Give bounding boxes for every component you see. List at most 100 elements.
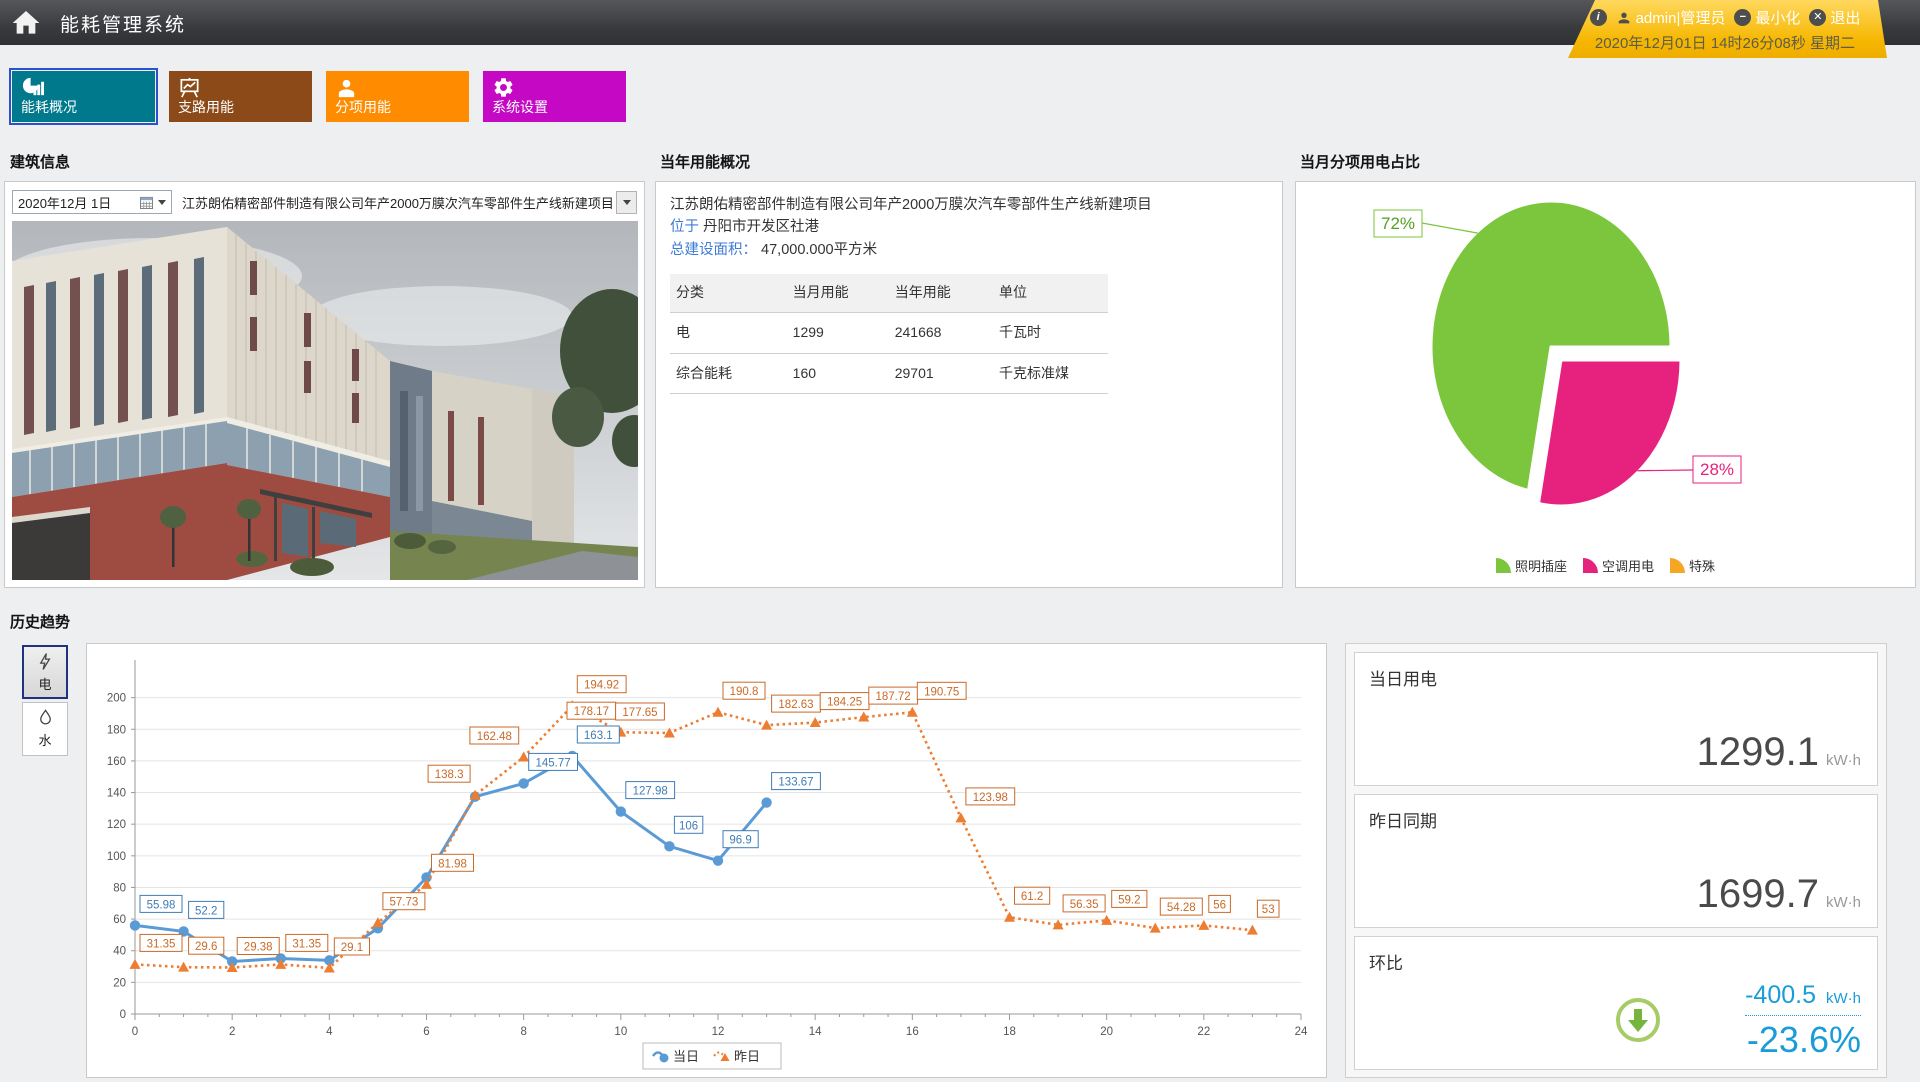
toggle-water[interactable]: 水 (22, 702, 68, 756)
svg-text:100: 100 (107, 851, 126, 863)
chevron-down-icon (158, 200, 166, 205)
svg-text:55.98: 55.98 (147, 899, 176, 911)
card-title: 当日用电 (1369, 665, 1437, 690)
energy-table: 分类 当月用能 当年用能 单位 电1299 241668千瓦时 综合能耗160 … (670, 274, 1108, 394)
svg-text:2: 2 (229, 1026, 235, 1038)
svg-text:12: 12 (712, 1026, 725, 1038)
svg-text:29.38: 29.38 (244, 942, 273, 954)
svg-text:162.48: 162.48 (477, 731, 512, 743)
unit-label: kW·h (1826, 752, 1861, 769)
card-title: 环比 (1369, 949, 1403, 974)
svg-text:31.35: 31.35 (147, 938, 176, 950)
legend-swatch-icon (1496, 558, 1511, 573)
table-header-row: 分类 当月用能 当年用能 单位 (670, 274, 1108, 312)
nav-system-settings[interactable]: 系统设置 (483, 71, 626, 122)
svg-text:0: 0 (120, 1009, 126, 1021)
person-icon (335, 76, 358, 99)
table-row: 电1299 241668千瓦时 (670, 313, 1108, 354)
minimize-button[interactable]: − 最小化 (1734, 7, 1800, 28)
toggle-electricity[interactable]: 电 (22, 645, 68, 699)
minimize-icon: − (1734, 9, 1751, 26)
user-banner: i admin|管理员 − 最小化 ✕ 退出 2020年12月01日 14时26… (1560, 0, 1890, 58)
card-yesterday-usage: 昨日同期 1699.7 kW·h (1354, 794, 1878, 928)
svg-text:187.72: 187.72 (876, 691, 911, 703)
svg-text:200: 200 (107, 693, 126, 705)
svg-text:177.65: 177.65 (622, 707, 657, 719)
annual-panel: 江苏朗佑精密部件制造有限公司年产2000万膜次汽车零部件生产线新建项目 位于 丹… (655, 181, 1283, 588)
svg-text:163.1: 163.1 (584, 730, 613, 742)
ring-ratio-percent: -23.6% (1745, 1019, 1861, 1061)
pie-bars-icon (21, 76, 44, 99)
svg-text:16: 16 (906, 1026, 919, 1038)
svg-text:133.67: 133.67 (778, 777, 813, 789)
svg-text:8: 8 (520, 1026, 526, 1038)
lightning-icon (36, 652, 55, 671)
svg-text:10: 10 (614, 1026, 627, 1038)
table-row: 综合能耗160 29701千克标准煤 (670, 353, 1108, 394)
svg-text:80: 80 (113, 882, 126, 894)
svg-text:14: 14 (809, 1026, 822, 1038)
svg-text:29.1: 29.1 (341, 942, 363, 954)
svg-text:106: 106 (679, 820, 698, 832)
svg-text:81.98: 81.98 (438, 858, 467, 870)
arrow-down-circle-icon (1615, 997, 1661, 1043)
pie-chart: 72% 28% (1296, 182, 1915, 542)
user-icon (1616, 10, 1632, 26)
home-icon[interactable] (10, 7, 42, 39)
pie-panel: 72% 28% 照明插座 空调用电 特殊 (1295, 181, 1916, 588)
calendar-icon (140, 196, 153, 209)
svg-text:160: 160 (107, 756, 126, 768)
info-icon[interactable]: i (1590, 9, 1607, 26)
today-usage-value: 1299.1 (1697, 730, 1819, 775)
date-picker[interactable]: 2020年12月 1日 (12, 190, 172, 214)
easel-chart-icon (178, 76, 201, 99)
building-select-value: 江苏朗佑精密部件制造有限公司年产2000万膜次汽车零部件生产线新建项目 (182, 193, 614, 212)
nav-energy-overview[interactable]: 能耗概况 (12, 71, 155, 122)
svg-text:57.73: 57.73 (390, 897, 419, 909)
svg-text:52.2: 52.2 (195, 905, 217, 917)
svg-text:140: 140 (107, 788, 126, 800)
svg-text:120: 120 (107, 819, 126, 831)
section-title-building: 建筑信息 (10, 151, 70, 172)
svg-text:72%: 72% (1381, 214, 1415, 233)
svg-text:4: 4 (326, 1026, 333, 1038)
unit-label: kW·h (1826, 894, 1861, 911)
svg-text:28%: 28% (1700, 460, 1734, 479)
svg-text:138.3: 138.3 (435, 769, 464, 781)
svg-text:昨日: 昨日 (734, 1049, 760, 1064)
summary-panel: 当日用电 1299.1 kW·h 昨日同期 1699.7 kW·h 环比 -40… (1345, 643, 1887, 1078)
building-panel: 2020年12月 1日 江苏朗佑精密部件制造有限公司年产2000万膜次汽车零部件… (4, 181, 645, 588)
building-select[interactable]: 江苏朗佑精密部件制造有限公司年产2000万膜次汽车零部件生产线新建项目 (182, 190, 637, 214)
project-location: 位于 丹阳市开发区社港 (670, 216, 1268, 238)
main-nav: 能耗概况 支路用能 分项用能 系统设置 (12, 71, 626, 122)
trend-panel: 0204060801001201401601802000246810121416… (86, 643, 1327, 1078)
svg-text:178.17: 178.17 (574, 706, 609, 718)
project-name: 江苏朗佑精密部件制造有限公司年产2000万膜次汽车零部件生产线新建项目 (670, 194, 1268, 216)
ring-ratio-value: -400.5 (1745, 981, 1816, 1010)
svg-text:6: 6 (423, 1026, 429, 1038)
svg-text:31.35: 31.35 (292, 938, 321, 950)
user-name: admin|管理员 (1636, 7, 1726, 28)
select-arrow-button[interactable] (616, 191, 637, 214)
svg-text:0: 0 (132, 1026, 138, 1038)
gear-icon (492, 76, 515, 99)
section-title-trend: 历史趋势 (10, 611, 70, 632)
nav-branch-energy[interactable]: 支路用能 (169, 71, 312, 122)
svg-text:190.8: 190.8 (730, 686, 759, 698)
pie-legend: 照明插座 空调用电 特殊 (1296, 556, 1915, 575)
unit-label: kW·h (1826, 990, 1861, 1007)
svg-text:184.25: 184.25 (827, 697, 862, 709)
svg-text:20: 20 (1100, 1026, 1113, 1038)
app-title: 能耗管理系统 (60, 10, 186, 37)
trend-chart: 0204060801001201401601802000246810121416… (87, 644, 1326, 1077)
user-label: admin|管理员 (1616, 7, 1726, 28)
card-title: 昨日同期 (1369, 807, 1437, 832)
close-icon: ✕ (1809, 9, 1826, 26)
top-bar: 能耗管理系统 i admin|管理员 − 最小化 ✕ 退出 2020年12月01… (0, 0, 1920, 45)
yesterday-usage-value: 1699.7 (1697, 872, 1819, 917)
svg-text:180: 180 (107, 724, 126, 736)
logout-button[interactable]: ✕ 退出 (1809, 7, 1860, 28)
svg-text:123.98: 123.98 (973, 792, 1008, 804)
nav-subitem-energy[interactable]: 分项用能 (326, 71, 469, 122)
svg-text:145.77: 145.77 (536, 757, 571, 769)
